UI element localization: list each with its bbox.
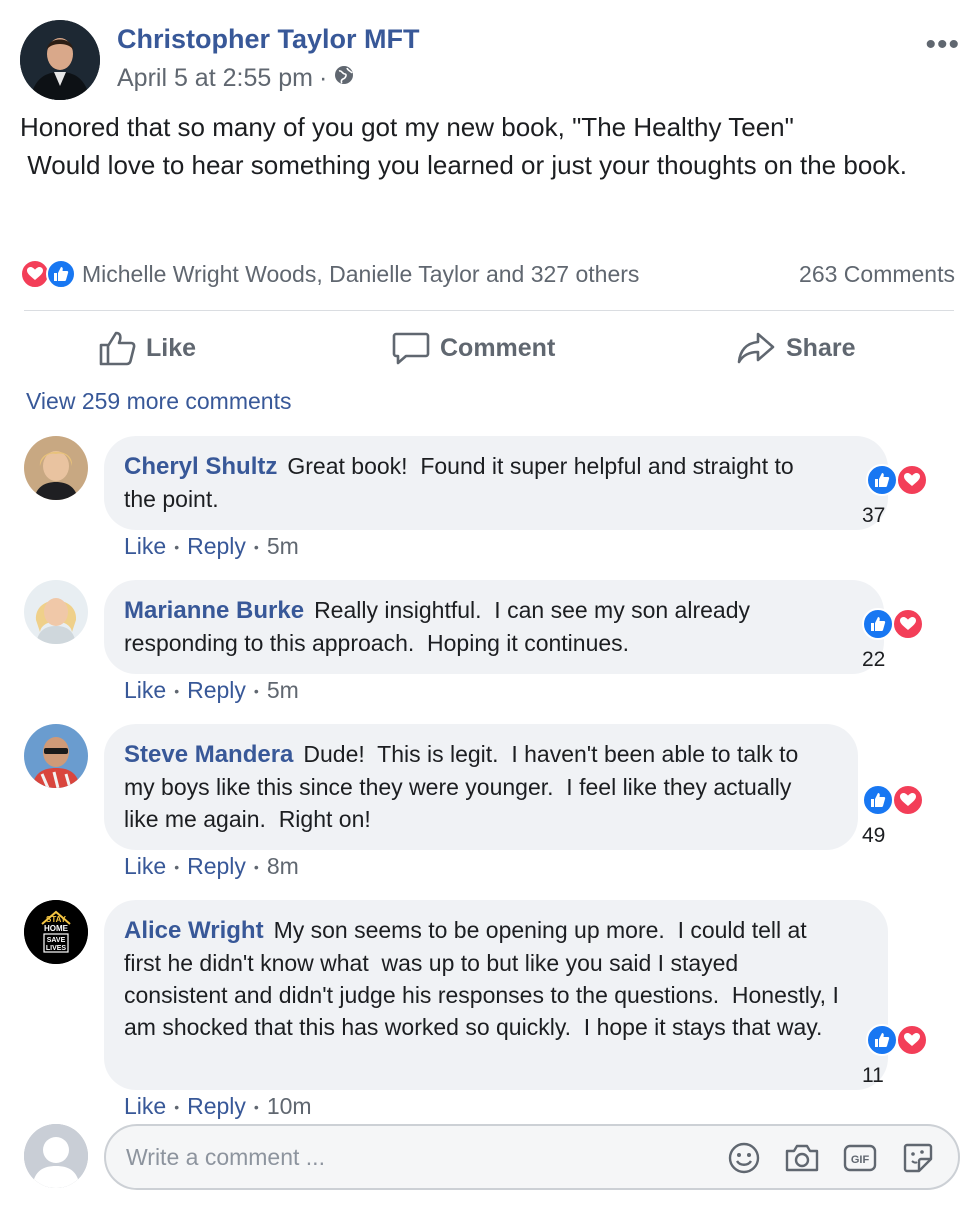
view-more-comments-link[interactable]: View 259 more comments xyxy=(26,388,291,415)
comment-bubble: Alice Wright My son seems to be opening u… xyxy=(104,900,928,1090)
more-options-icon[interactable]: ••• xyxy=(925,28,960,62)
divider xyxy=(24,310,954,311)
author-name[interactable]: Christopher Taylor MFT xyxy=(117,24,420,55)
comment-input[interactable] xyxy=(126,1126,686,1188)
commenter-name[interactable]: Steve Mandera xyxy=(124,741,293,768)
commenter-avatar[interactable] xyxy=(24,436,88,500)
comment-time[interactable]: 10m xyxy=(267,1093,312,1120)
share-arrow-icon xyxy=(737,332,775,364)
post-text: Honored that so many of you got my new b… xyxy=(20,112,907,180)
comment-bubble: Marianne Burke Really insightful. I can s… xyxy=(104,580,924,674)
heart-icon xyxy=(892,608,924,640)
post-timestamp[interactable]: April 5 at 2:55 pm xyxy=(117,64,313,93)
share-button[interactable]: Share xyxy=(736,322,855,374)
comment-reply-link[interactable]: Reply xyxy=(187,533,246,560)
speech-bubble-icon xyxy=(392,332,430,365)
comment-count[interactable]: 263 Comments xyxy=(799,261,955,288)
comment-bubble: Cheryl Shultz Great book! Found it super … xyxy=(104,436,928,530)
comment-actions: Like • Reply • 5m xyxy=(124,677,299,704)
comment-time[interactable]: 8m xyxy=(267,853,299,880)
comment-time[interactable]: 5m xyxy=(267,677,299,704)
comment-label: Comment xyxy=(440,333,556,362)
comment-actions: Like • Reply • 8m xyxy=(124,853,299,880)
separator-dot: • xyxy=(174,858,180,875)
reaction-count: 49 xyxy=(862,824,886,847)
avatar-text: HOME xyxy=(44,924,69,933)
composer-tools: GIF xyxy=(726,1140,936,1176)
comment-reactions[interactable] xyxy=(866,1024,928,1056)
comment-like-link[interactable]: Like xyxy=(124,1093,166,1120)
comment-reply-link[interactable]: Reply xyxy=(187,1093,246,1120)
gif-icon[interactable]: GIF xyxy=(842,1140,878,1176)
comment-time[interactable]: 5m xyxy=(267,533,299,560)
reaction-count: 37 xyxy=(862,504,886,527)
commenter-name[interactable]: Cheryl Shultz xyxy=(124,453,277,480)
comment-like-link[interactable]: Like xyxy=(124,533,166,560)
commenter-name[interactable]: Marianne Burke xyxy=(124,597,304,624)
comment-composer: GIF xyxy=(24,1124,960,1192)
separator-dot: • xyxy=(253,682,259,699)
post-header: Christopher Taylor MFT April 5 at 2:55 p… xyxy=(20,20,960,100)
avatar-text: SAVE xyxy=(47,937,66,944)
reactions-summary: Michelle Wright Woods, Danielle Taylor a… xyxy=(20,254,955,294)
comment-reactions[interactable] xyxy=(862,784,924,816)
meta-separator: · xyxy=(318,64,328,92)
action-bar: Like Comment Share xyxy=(24,322,954,374)
like-icon xyxy=(866,1024,898,1056)
commenter-avatar[interactable] xyxy=(24,724,88,788)
comment-reactions[interactable] xyxy=(862,608,924,640)
author-avatar[interactable] xyxy=(20,20,100,100)
like-icon xyxy=(862,608,894,640)
reaction-count: 22 xyxy=(862,648,886,671)
sticker-icon[interactable] xyxy=(900,1140,936,1176)
like-icon xyxy=(866,464,898,496)
commenter-avatar[interactable]: STAY HOME SAVE LIVES xyxy=(24,900,88,964)
share-label: Share xyxy=(786,333,856,362)
emoji-icon[interactable] xyxy=(726,1140,762,1176)
camera-icon[interactable] xyxy=(784,1140,820,1176)
like-button[interactable]: Like xyxy=(98,322,196,374)
heart-icon xyxy=(896,464,928,496)
separator-dot: • xyxy=(253,538,259,555)
comment-reply-link[interactable]: Reply xyxy=(187,853,246,880)
globe-icon xyxy=(333,64,355,93)
user-avatar[interactable] xyxy=(24,1124,88,1188)
avatar-text: STAY xyxy=(46,915,67,924)
separator-dot: • xyxy=(174,682,180,699)
comment-reply-link[interactable]: Reply xyxy=(187,677,246,704)
like-icon[interactable] xyxy=(46,259,76,289)
like-label: Like xyxy=(146,333,197,362)
reaction-count: 11 xyxy=(862,1064,884,1087)
comment-box[interactable]: GIF xyxy=(104,1124,960,1190)
comment-like-link[interactable]: Like xyxy=(124,853,166,880)
thumbs-up-icon xyxy=(99,331,136,366)
post-meta: April 5 at 2:55 pm · xyxy=(117,64,355,93)
comment-actions: Like • Reply • 10m xyxy=(124,1093,312,1120)
separator-dot: • xyxy=(174,1098,180,1115)
reaction-names[interactable]: Michelle Wright Woods, Danielle Taylor a… xyxy=(82,261,639,288)
comment-reactions[interactable] xyxy=(866,464,928,496)
comment-like-link[interactable]: Like xyxy=(124,677,166,704)
comment-actions: Like • Reply • 5m xyxy=(124,533,299,560)
separator-dot: • xyxy=(253,1098,259,1115)
comment-button[interactable]: Comment xyxy=(392,322,555,374)
comment-bubble: Steve Mandera Dude! This is legit. I have… xyxy=(104,724,924,850)
heart-icon xyxy=(892,784,924,816)
commenter-avatar[interactable] xyxy=(24,580,88,644)
separator-dot: • xyxy=(174,538,180,555)
separator-dot: • xyxy=(253,858,259,875)
commenter-name[interactable]: Alice Wright xyxy=(124,917,264,944)
svg-text:GIF: GIF xyxy=(851,1154,870,1166)
avatar-text: LIVES xyxy=(46,945,67,952)
like-icon xyxy=(862,784,894,816)
heart-icon xyxy=(896,1024,928,1056)
